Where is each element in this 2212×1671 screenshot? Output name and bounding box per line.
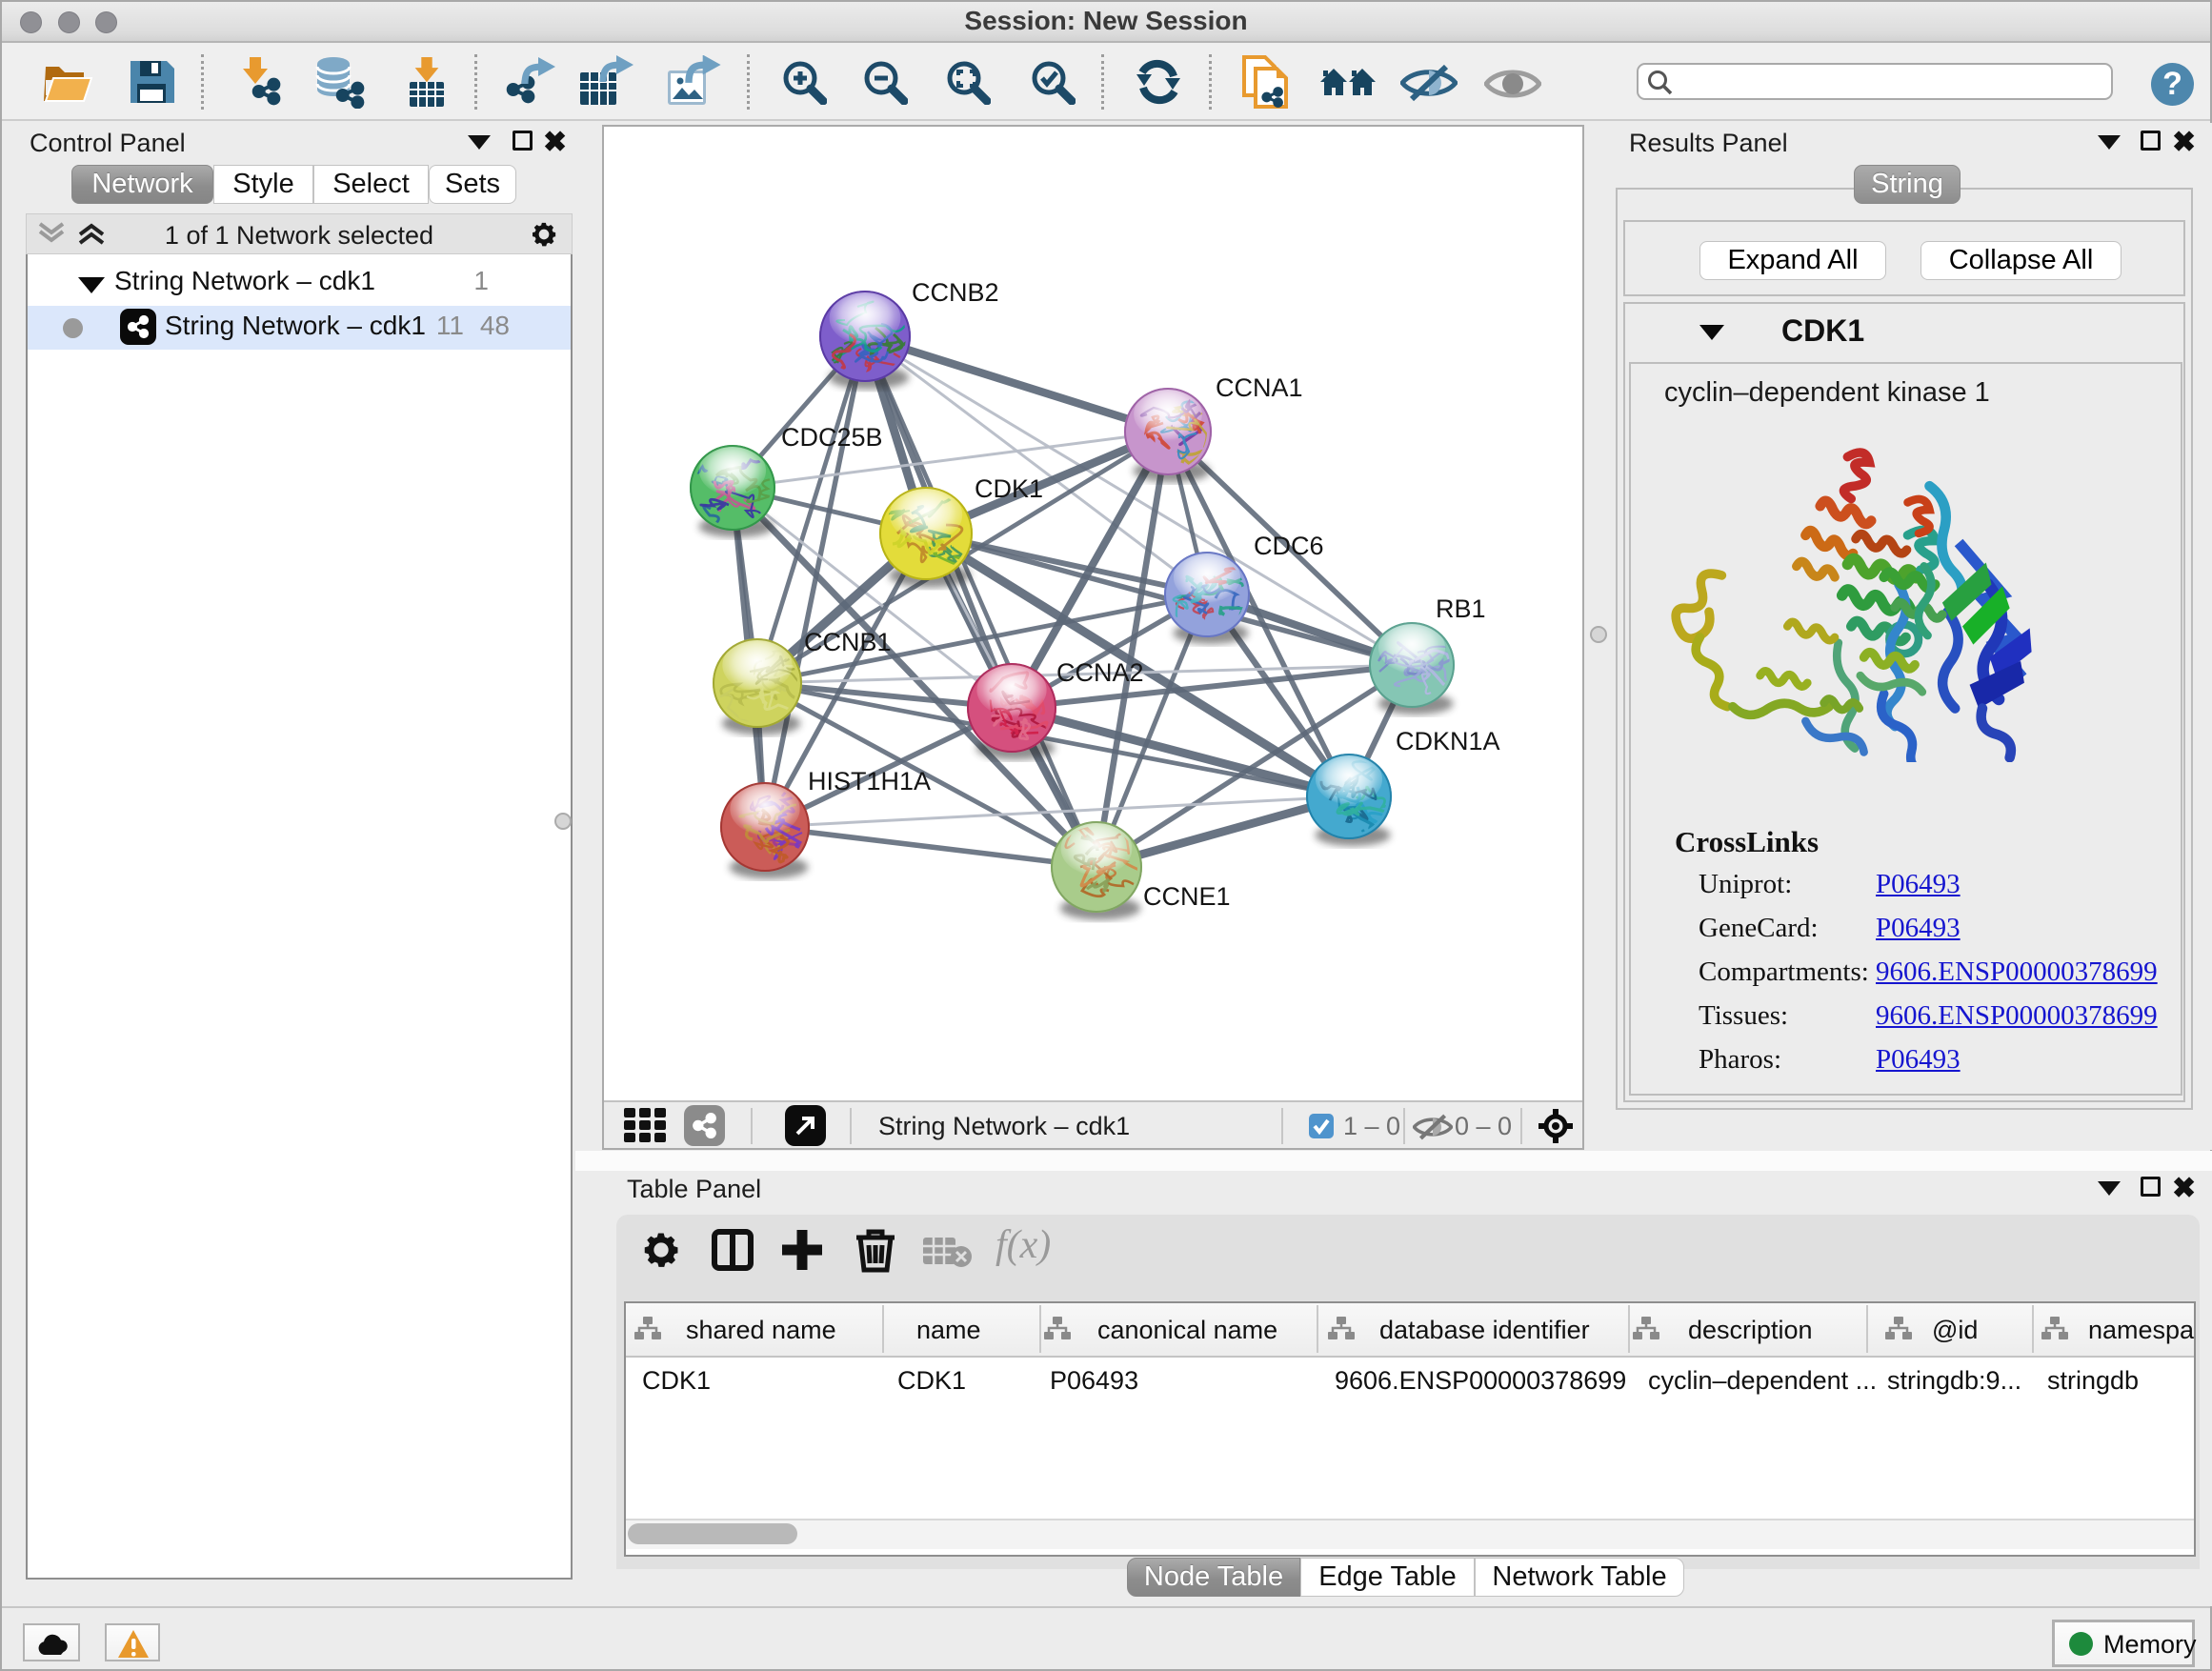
svg-text:CCNA1: CCNA1	[1216, 373, 1303, 402]
svg-text:CCNB2: CCNB2	[912, 278, 999, 307]
svg-text:RB1: RB1	[1436, 594, 1486, 623]
svg-text:CDC25B: CDC25B	[781, 423, 883, 452]
svg-text:CDC6: CDC6	[1254, 532, 1324, 560]
svg-text:CCNE1: CCNE1	[1143, 882, 1231, 911]
svg-text:CDKN1A: CDKN1A	[1396, 727, 1500, 755]
svg-text:CDK1: CDK1	[975, 474, 1043, 503]
svg-text:HIST1H1A: HIST1H1A	[808, 767, 931, 795]
svg-text:CCNA2: CCNA2	[1056, 658, 1144, 687]
svg-text:CCNB1: CCNB1	[804, 628, 892, 656]
